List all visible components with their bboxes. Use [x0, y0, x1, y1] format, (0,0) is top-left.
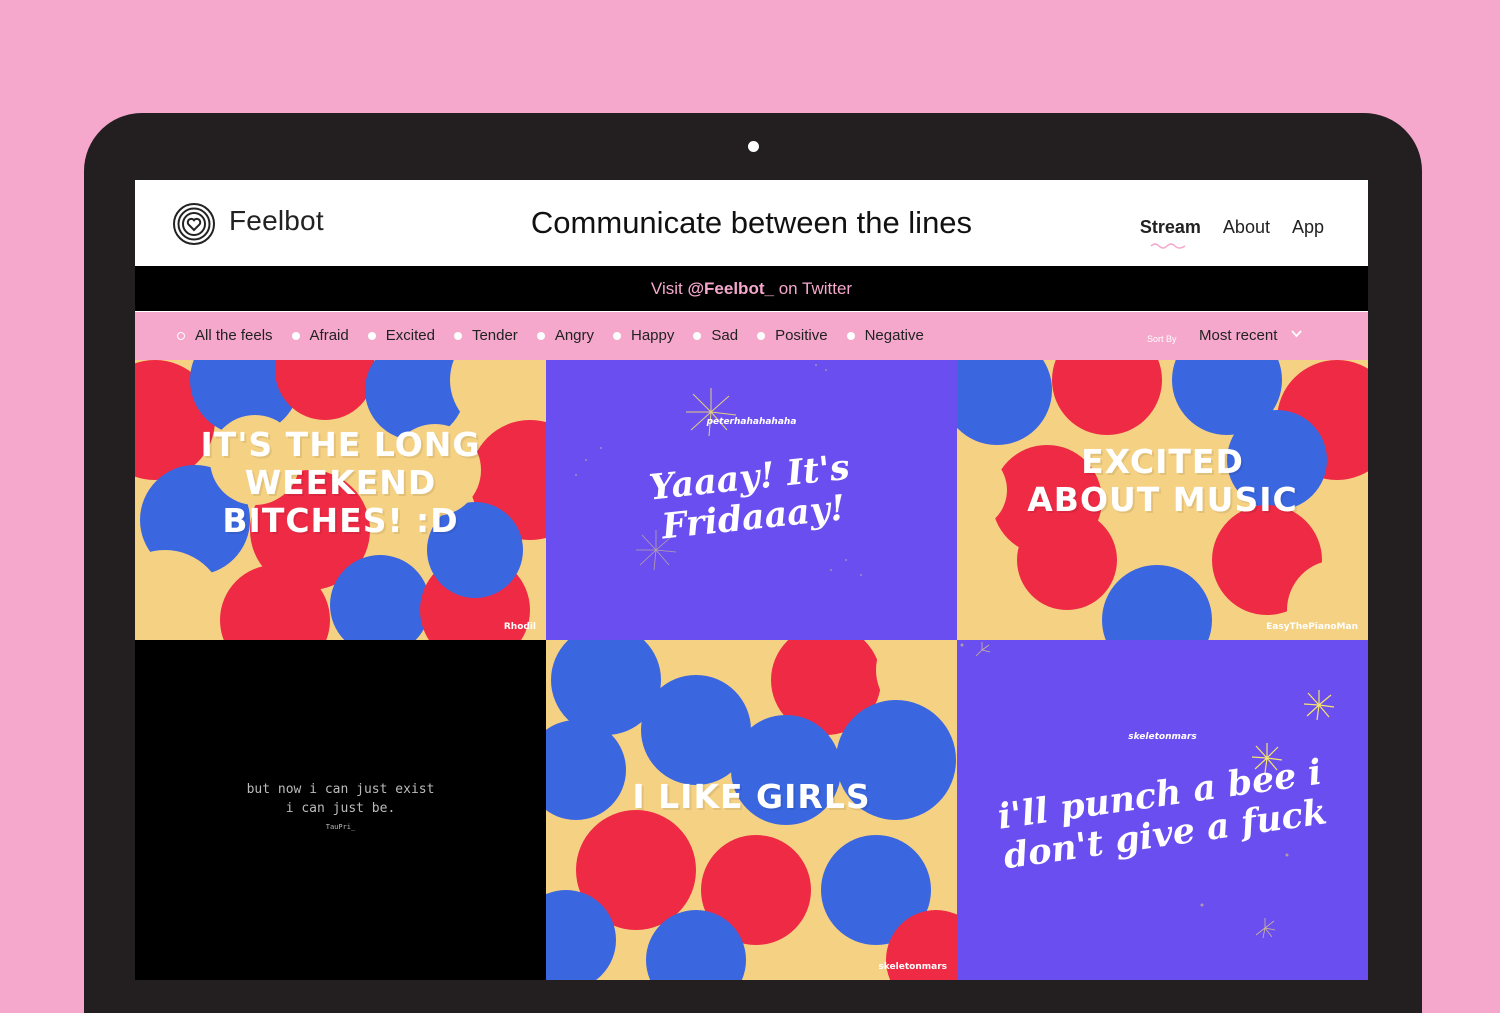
card-line: IT'S THE LONG: [200, 425, 481, 464]
card-message: EXCITED ABOUT MUSIC: [957, 443, 1368, 519]
nav-app[interactable]: App: [1292, 217, 1324, 238]
card-line: EXCITED: [1081, 442, 1244, 481]
radio-selected-icon: [177, 331, 185, 340]
feel-card-1[interactable]: IT'S THE LONG WEEKEND BITCHES! :D Rhodil: [135, 360, 546, 640]
sort-label: Sort By: [1147, 334, 1177, 344]
radio-dot-icon: [536, 331, 545, 340]
card-line: I LIKE GIRLS: [632, 777, 871, 816]
twitter-suffix: on Twitter: [778, 279, 853, 298]
filter-label: Sad: [711, 327, 739, 344]
feel-card-6[interactable]: skeletonmars i'll punch a bee i don't gi…: [957, 640, 1368, 980]
camera-dot: [748, 141, 759, 152]
nav-stream-label: Stream: [1139, 217, 1201, 237]
card-line: ABOUT MUSIC: [1027, 480, 1298, 519]
card-author[interactable]: skeletonmars: [878, 962, 947, 972]
feel-card-2[interactable]: peterhahahahaha Yaaay! It's Fridaaay!: [546, 360, 957, 640]
card-author[interactable]: Rhodil: [504, 622, 536, 632]
twitter-handle[interactable]: @Feelbot_: [687, 279, 773, 298]
nav-about[interactable]: About: [1223, 217, 1270, 238]
filter-happy[interactable]: Happy: [613, 327, 674, 344]
emotion-filters: All the feels Afraid Excited Tender Angr…: [177, 327, 943, 344]
card-author[interactable]: TauPri_: [135, 818, 546, 837]
filter-afraid[interactable]: Afraid: [291, 327, 349, 344]
filter-tender[interactable]: Tender: [453, 327, 518, 344]
filter-negative[interactable]: Negative: [846, 327, 924, 344]
twitter-banner[interactable]: Visit @Feelbot_ on Twitter: [135, 266, 1368, 311]
filter-all-the-feels[interactable]: All the feels: [177, 327, 273, 344]
filter-label: Excited: [385, 327, 435, 344]
chevron-down-icon[interactable]: [1291, 330, 1302, 338]
filter-positive[interactable]: Positive: [757, 327, 828, 344]
browser-screen: Feelbot Communicate between the lines St…: [135, 180, 1368, 980]
card-message: IT'S THE LONG WEEKEND BITCHES! :D: [135, 426, 546, 540]
feel-card-4[interactable]: but now i can just exist i can just be. …: [135, 640, 546, 980]
twitter-prefix: Visit: [650, 279, 683, 298]
card-message: I LIKE GIRLS: [546, 778, 957, 816]
nav-stream[interactable]: Stream: [1139, 217, 1201, 249]
filter-angry[interactable]: Angry: [536, 327, 594, 344]
filter-label: All the feels: [195, 327, 273, 344]
filter-bar: All the feels Afraid Excited Tender Angr…: [135, 312, 1368, 360]
filter-label: Happy: [631, 327, 675, 344]
radio-dot-icon: [291, 331, 300, 340]
laptop-frame: Feelbot Communicate between the lines St…: [84, 113, 1422, 1013]
card-line: but now i can just exist: [246, 782, 435, 797]
filter-label: Tender: [471, 327, 518, 344]
main-nav: Stream About App: [1139, 217, 1324, 249]
card-author[interactable]: peterhahahahaha: [546, 417, 957, 427]
card-author[interactable]: EasyThePianoMan: [1266, 622, 1358, 632]
card-line: i can just be.: [285, 801, 396, 816]
radio-dot-icon: [613, 331, 621, 340]
site-header: Feelbot Communicate between the lines St…: [135, 180, 1368, 265]
filter-excited[interactable]: Excited: [367, 327, 435, 344]
filter-label: Positive: [775, 327, 828, 344]
radio-dot-icon: [693, 331, 702, 340]
card-line: BITCHES! :D: [222, 501, 459, 540]
sort-dropdown[interactable]: Most recent: [1199, 327, 1277, 344]
card-line: WEEKEND: [244, 463, 437, 502]
card-author[interactable]: skeletonmars: [957, 732, 1368, 742]
active-squiggle-icon: [1150, 243, 1186, 249]
card-message: but now i can just exist i can just be. …: [135, 780, 546, 837]
filter-label: Negative: [864, 327, 924, 344]
radio-dot-icon: [367, 331, 376, 340]
filter-label: Afraid: [309, 327, 349, 344]
radio-dot-icon: [846, 331, 855, 340]
radio-dot-icon: [757, 331, 766, 340]
feel-card-3[interactable]: EXCITED ABOUT MUSIC EasyThePianoMan: [957, 360, 1368, 640]
filter-sad[interactable]: Sad: [693, 327, 738, 344]
radio-dot-icon: [453, 331, 462, 340]
filter-label: Angry: [554, 327, 594, 344]
feel-card-5[interactable]: I LIKE GIRLS skeletonmars: [546, 640, 957, 980]
